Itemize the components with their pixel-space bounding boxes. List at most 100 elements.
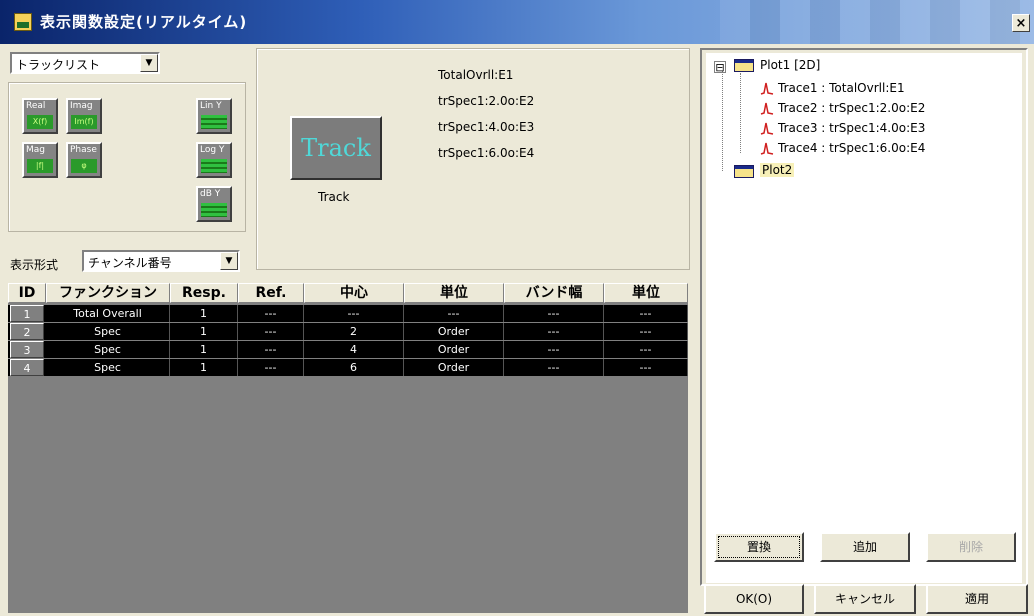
- column-header-function[interactable]: ファンクション: [46, 283, 170, 303]
- lin-y-label: Lin Y: [200, 101, 222, 111]
- row-bandwidth-unit: ---: [604, 323, 688, 340]
- tree-item-plot2[interactable]: Plot2: [760, 163, 795, 177]
- row-function: Spec: [46, 341, 170, 358]
- row-unit: Order: [404, 323, 504, 340]
- row-bandwidth: ---: [504, 305, 604, 322]
- row-bandwidth: ---: [504, 341, 604, 358]
- tree-item-trace4[interactable]: Trace4 : trSpec1:6.0o:E4: [778, 141, 925, 155]
- mag-sub: |f|: [27, 159, 53, 173]
- track-line-3: trSpec1:4.0o:E3: [438, 120, 535, 134]
- trace-icon: [760, 122, 774, 135]
- add-button[interactable]: 追加: [820, 532, 910, 562]
- phase-sub: φ: [71, 159, 97, 173]
- imag-sub: Im(f): [71, 115, 97, 129]
- display-format-label: 表示形式: [10, 258, 59, 272]
- tree-connector: [740, 73, 741, 153]
- row-center: ---: [304, 305, 404, 322]
- trace-icon: [760, 102, 774, 115]
- trace-icon: [760, 142, 774, 155]
- track-button[interactable]: Track: [290, 116, 382, 180]
- row-resp: 1: [170, 341, 238, 358]
- real-button[interactable]: Real X(f): [22, 98, 58, 134]
- log-y-label: Log Y: [200, 145, 225, 155]
- row-resp: 1: [170, 305, 238, 322]
- table-row[interactable]: 2 Spec 1 --- 2 Order --- ---: [8, 323, 688, 340]
- db-y-button[interactable]: dB Y: [196, 186, 232, 222]
- plot-tree[interactable]: ⊟ Plot1 [2D] Trace1 : TotalOvrll:E1 Trac…: [706, 53, 1022, 583]
- source-combo-value: トラックリスト: [16, 58, 101, 72]
- imag-button[interactable]: Imag Im(f): [66, 98, 102, 134]
- phase-label: Phase: [70, 145, 97, 155]
- column-header-resp[interactable]: Resp.: [170, 283, 238, 303]
- row-unit: Order: [404, 341, 504, 358]
- track-line-2: trSpec1:2.0o:E2: [438, 94, 535, 108]
- row-resp: 1: [170, 359, 238, 376]
- row-ref: ---: [238, 323, 304, 340]
- row-id: 1: [10, 305, 44, 322]
- tree-item-plot1[interactable]: Plot1 [2D]: [760, 58, 820, 72]
- row-center: 6: [304, 359, 404, 376]
- tree-item-trace1[interactable]: Trace1 : TotalOvrll:E1: [778, 81, 905, 95]
- row-resp: 1: [170, 323, 238, 340]
- log-y-bars: [201, 159, 227, 173]
- row-function: Spec: [46, 359, 170, 376]
- plot-folder-icon: [734, 165, 754, 178]
- row-bandwidth-unit: ---: [604, 305, 688, 322]
- apply-button[interactable]: 適用: [926, 584, 1028, 614]
- row-ref: ---: [238, 341, 304, 358]
- track-line-4: trSpec1:6.0o:E4: [438, 146, 535, 160]
- column-header-ref[interactable]: Ref.: [238, 283, 304, 303]
- chevron-down-icon[interactable]: ▼: [140, 54, 158, 72]
- table-row[interactable]: 1 Total Overall 1 --- --- --- --- ---: [8, 305, 688, 322]
- real-label: Real: [26, 101, 46, 111]
- ok-button[interactable]: OK(O): [704, 584, 804, 614]
- row-ref: ---: [238, 359, 304, 376]
- row-id: 4: [10, 359, 44, 376]
- row-ref: ---: [238, 305, 304, 322]
- column-header-bandwidth-unit[interactable]: 単位: [604, 283, 688, 303]
- column-header-unit[interactable]: 単位: [404, 283, 504, 303]
- expander-icon[interactable]: ⊟: [714, 61, 726, 73]
- mag-label: Mag: [26, 145, 45, 155]
- db-y-label: dB Y: [200, 189, 221, 199]
- row-bandwidth-unit: ---: [604, 341, 688, 358]
- row-id: 2: [10, 323, 44, 340]
- title-bar-pattern: [720, 0, 1020, 44]
- table-row[interactable]: 3 Spec 1 --- 4 Order --- ---: [8, 341, 688, 358]
- source-combo[interactable]: トラックリスト ▼: [10, 52, 160, 74]
- function-table[interactable]: ID ファンクション Resp. Ref. 中心 単位 バンド幅 単位 1 To…: [8, 283, 688, 613]
- tree-item-trace2[interactable]: Trace2 : trSpec1:2.0o:E2: [778, 101, 925, 115]
- row-bandwidth-unit: ---: [604, 359, 688, 376]
- row-center: 2: [304, 323, 404, 340]
- chevron-down-icon[interactable]: ▼: [220, 252, 238, 270]
- column-header-bandwidth[interactable]: バンド幅: [504, 283, 604, 303]
- column-header-id[interactable]: ID: [8, 283, 46, 303]
- trace-icon: [760, 82, 774, 95]
- row-center: 4: [304, 341, 404, 358]
- lin-y-button[interactable]: Lin Y: [196, 98, 232, 134]
- tree-item-trace3[interactable]: Trace3 : trSpec1:4.0o:E3: [778, 121, 925, 135]
- window-title: 表示関数設定(リアルタイム): [40, 13, 248, 31]
- plot-folder-icon: [734, 59, 754, 72]
- track-caption: Track: [318, 190, 350, 204]
- phase-button[interactable]: Phase φ: [66, 142, 102, 178]
- mag-button[interactable]: Mag |f|: [22, 142, 58, 178]
- app-icon: [14, 13, 32, 31]
- tree-connector: [722, 71, 723, 171]
- delete-button[interactable]: 削除: [926, 532, 1016, 562]
- replace-button[interactable]: 置換: [714, 532, 804, 562]
- cancel-button[interactable]: キャンセル: [814, 584, 916, 614]
- real-sub: X(f): [27, 115, 53, 129]
- db-y-bars: [201, 203, 227, 217]
- close-button[interactable]: ×: [1012, 14, 1030, 32]
- display-format-value: チャンネル番号: [88, 256, 172, 270]
- row-unit: Order: [404, 359, 504, 376]
- row-unit: ---: [404, 305, 504, 322]
- row-bandwidth: ---: [504, 323, 604, 340]
- track-line-1: TotalOvrll:E1: [438, 68, 514, 82]
- row-function: Spec: [46, 323, 170, 340]
- log-y-button[interactable]: Log Y: [196, 142, 232, 178]
- table-row[interactable]: 4 Spec 1 --- 6 Order --- ---: [8, 359, 688, 376]
- column-header-center[interactable]: 中心: [304, 283, 404, 303]
- display-format-combo[interactable]: チャンネル番号 ▼: [82, 250, 240, 272]
